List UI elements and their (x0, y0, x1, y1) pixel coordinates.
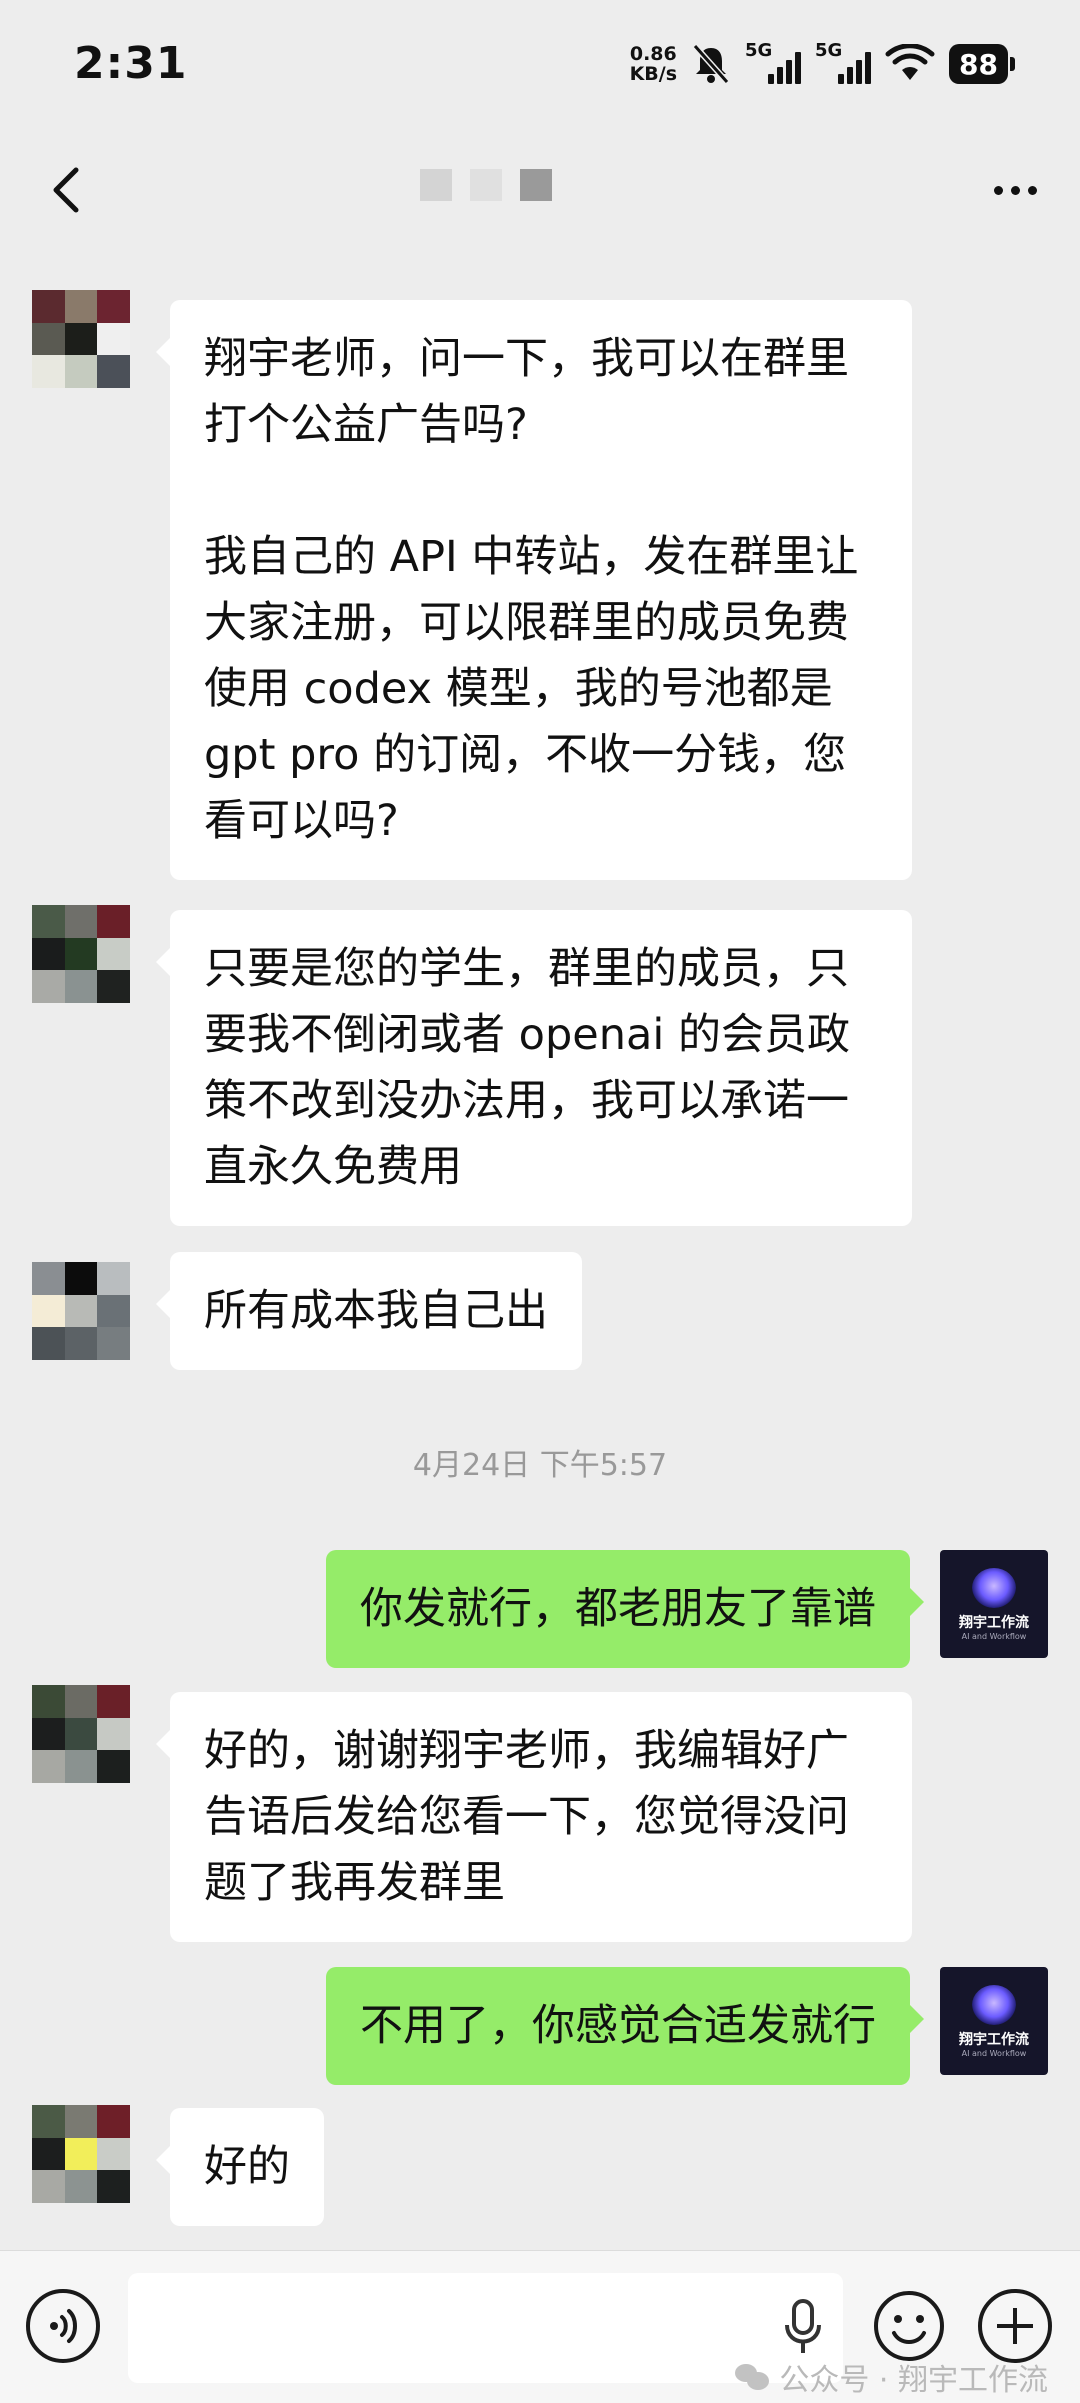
message-line: 直永久免费用 (204, 1142, 462, 1192)
message-bubble[interactable]: 好的 (156, 2108, 324, 2226)
watermark-text: 公众号 · 翔宇工作流 (779, 2363, 1048, 2398)
message-line: 好的，谢谢翔宇老师，我编辑好广 (204, 1726, 849, 1776)
message-line: 只要是您的学生，群里的成员，只 (204, 944, 849, 994)
logo-icon (972, 1985, 1016, 2025)
mute-bell-icon (692, 44, 730, 84)
message-line: 打个公益广告吗? (204, 400, 528, 450)
message-line: 使用 codex 模型，我的号池都是 (204, 664, 833, 714)
voice-icon[interactable] (26, 2289, 100, 2363)
status-icons: 0.86 KB/s 5G 5G 88 (630, 36, 1015, 92)
message-bubble-self[interactable]: 不用了，你感觉合适发就行 (326, 1967, 924, 2085)
input-bar: 公众号 · 翔宇工作流 (0, 2250, 1080, 2403)
mic-icon[interactable] (783, 2299, 823, 2357)
message-line: 不用了，你感觉合适发就行 (360, 2001, 876, 2051)
watermark: 公众号 · 翔宇工作流 (735, 2355, 1048, 2399)
signal-sim1-icon: 5G (745, 40, 802, 86)
message-line: 策不改到没办法用，我可以承诺一 (204, 1076, 849, 1126)
battery-icon: 88 (949, 44, 1015, 84)
timestamp: 4月24日 下午5:57 (412, 1448, 668, 1483)
avatar[interactable] (32, 1685, 130, 1783)
message-line: 看可以吗? (204, 796, 399, 846)
avatar[interactable] (32, 2105, 130, 2203)
message-bubble[interactable]: 所有成本我自己出 (156, 1252, 582, 1370)
message-line: 所有成本我自己出 (204, 1286, 548, 1336)
message-bubble-self[interactable]: 你发就行，都老朋友了靠谱 (326, 1550, 924, 1668)
message-line: 好的 (204, 2142, 290, 2192)
message-line (204, 458, 878, 524)
emoji-icon[interactable] (872, 2289, 946, 2363)
status-time: 2:31 (74, 38, 188, 89)
wechat-icon (735, 2364, 770, 2390)
more-icon[interactable] (980, 160, 1050, 220)
avatar[interactable] (32, 290, 130, 388)
message-line: gpt pro 的订阅，不收一分钱，您 (204, 730, 847, 780)
message-line: 告语后发给您看一下，您觉得没问 (204, 1792, 849, 1842)
message-line: 我自己的 API 中转站，发在群里让 (204, 532, 859, 582)
chat-title-obscured (420, 160, 552, 210)
avatar[interactable] (32, 905, 130, 1003)
status-bar: 2:31 0.86 KB/s 5G 5G 88 (0, 0, 1080, 130)
avatar-title: 翔宇工作流 (959, 1615, 1029, 1631)
plus-icon[interactable] (978, 2289, 1052, 2363)
wifi-icon (885, 44, 935, 80)
network-speed: 0.86 KB/s (630, 44, 677, 84)
message-bubble[interactable]: 好的，谢谢翔宇老师，我编辑好广 告语后发给您看一下，您觉得没问 题了我再发群里 (156, 1692, 912, 1942)
message-line: 要我不倒闭或者 openai 的会员政 (204, 1010, 850, 1060)
avatar-subtitle: AI and Workflow (961, 2049, 1027, 2058)
self-avatar[interactable]: 翔宇工作流 AI and Workflow (940, 1967, 1048, 2075)
network-speed-value: 0.86 (629, 43, 677, 65)
message-line: 你发就行，都老朋友了靠谱 (360, 1584, 876, 1634)
message-line: 翔宇老师，问一下，我可以在群里 (204, 334, 849, 384)
message-bubble[interactable]: 只要是您的学生，群里的成员，只 要我不倒闭或者 openai 的会员政 策不改到… (156, 910, 912, 1226)
logo-icon (972, 1568, 1016, 1608)
avatar-title: 翔宇工作流 (959, 2032, 1029, 2048)
avatar-subtitle: AI and Workflow (961, 1632, 1027, 1641)
avatar[interactable] (32, 1262, 130, 1360)
back-arrow-icon[interactable] (38, 160, 98, 220)
signal-sim2-icon: 5G (815, 40, 872, 86)
message-bubble[interactable]: 翔宇老师，问一下，我可以在群里 打个公益广告吗? 我自己的 API 中转站，发在… (156, 300, 912, 880)
self-avatar[interactable]: 翔宇工作流 AI and Workflow (940, 1550, 1048, 1658)
message-line: 题了我再发群里 (204, 1858, 505, 1908)
message-line: 大家注册，可以限群里的成员免费 (204, 598, 849, 648)
chat-header (0, 130, 1080, 250)
network-speed-unit: KB/s (629, 63, 678, 85)
